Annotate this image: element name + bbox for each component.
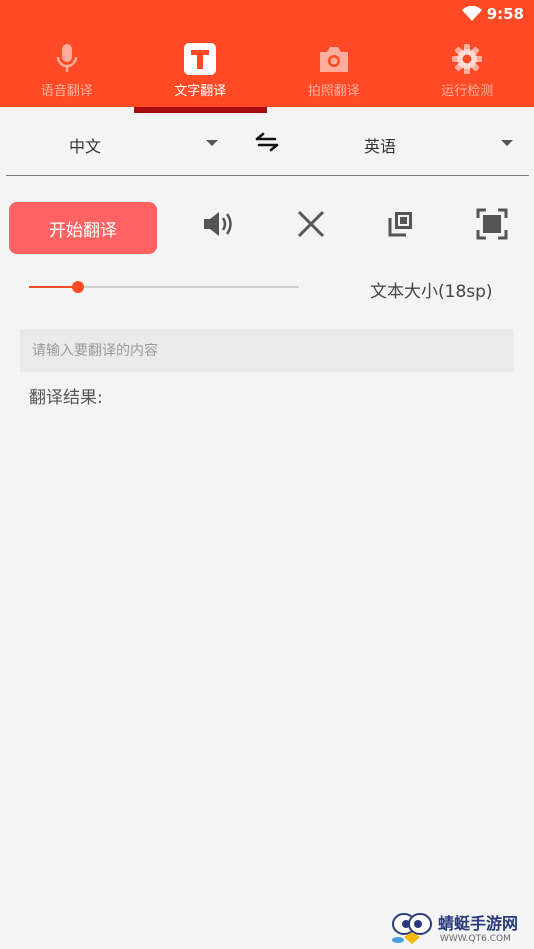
divider [6,175,529,176]
translate-input[interactable] [20,329,514,372]
tab-label: 运行检测 [441,84,494,99]
status-bar: 9:58 [0,0,534,30]
copy-button[interactable] [382,206,418,242]
tab-label: 语音翻译 [40,84,93,99]
chevron-down-icon[interactable] [206,140,218,146]
slider-fill [29,286,78,288]
speaker-button[interactable] [201,206,237,242]
language-selector-row: 中文 英语 [0,113,534,175]
clear-button[interactable] [293,206,329,242]
text-size-slider[interactable] [29,280,299,294]
watermark-url: WWW.QT6.COM [440,934,511,944]
close-icon [297,210,325,238]
tab-bar: 语音翻译 文字翻译 拍照翻译 运行检测 [0,30,534,113]
tab-photo-translate[interactable]: 拍照翻译 [267,30,401,107]
swap-arrows-icon[interactable] [255,131,279,153]
fullscreen-button[interactable] [474,206,510,242]
slider-thumb[interactable] [72,281,84,293]
dragonfly-mascot-icon [392,913,432,944]
translator-screen: 9:58 语音翻译 文字翻译 拍照翻译 运行检测 中文 英语 开始翻译 文本大小… [0,0,534,949]
wifi-icon [462,6,482,21]
tab-label: 拍照翻译 [307,84,360,99]
result-label: 翻译结果: [29,388,103,408]
watermark-logo: 蜻蜓手游网 WWW.QT6.COM [390,910,534,949]
tab-run-check[interactable]: 运行检测 [401,30,534,107]
tab-text-translate[interactable]: 文字翻译 [133,30,267,113]
copy-icon [388,212,412,237]
microphone-icon [50,42,84,76]
status-time: 9:58 [486,5,524,23]
gear-icon [450,42,484,76]
tab-voice-translate[interactable]: 语音翻译 [0,30,134,107]
target-language-select[interactable]: 英语 [364,133,396,157]
chevron-down-icon[interactable] [501,140,513,146]
camera-icon [317,42,351,76]
speaker-icon [204,212,232,236]
tab-label: 文字翻译 [174,84,227,99]
app-header: 9:58 语音翻译 文字翻译 拍照翻译 运行检测 [0,0,534,113]
fullscreen-icon [476,208,508,240]
text-t-icon [183,42,217,76]
watermark-title: 蜻蜓手游网 [438,914,519,933]
source-language-select[interactable]: 中文 [69,133,101,157]
text-size-label: 文本大小(18sp) [370,282,493,302]
start-translate-button[interactable]: 开始翻译 [9,202,157,254]
